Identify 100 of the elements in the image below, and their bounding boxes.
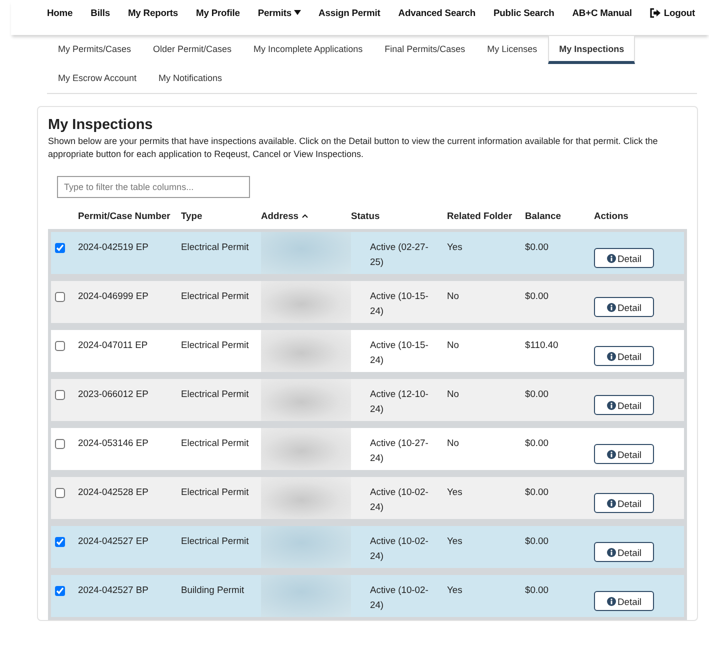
permit-status: Active (10-02-24) (370, 486, 428, 512)
row-checkbox[interactable] (55, 292, 65, 302)
filter-field[interactable]: Type to filter the table columns... (57, 176, 250, 198)
tab[interactable]: My Notifications (148, 64, 234, 93)
tab[interactable]: Final Permits/Cases (374, 35, 476, 64)
nav-link[interactable]: Bills (90, 7, 110, 18)
logout-link[interactable]: Logout (650, 7, 695, 18)
permit-status: Active (10-27-24) (370, 437, 428, 463)
panel-title: My Inspections (48, 117, 154, 133)
nav-link[interactable]: Permits (258, 7, 301, 18)
tab[interactable]: My Inspections (548, 35, 636, 64)
balance: $110.40 (525, 339, 558, 350)
row-checkbox[interactable] (55, 390, 65, 400)
detail-button[interactable]: Detail (594, 248, 654, 268)
permit-number: 2024-053146 EP (78, 437, 148, 448)
permit-number: 2024-047011 EP (78, 339, 148, 350)
logout-icon (650, 8, 661, 18)
nav-link[interactable]: My Profile (196, 7, 240, 18)
balance: $0.00 (525, 535, 548, 546)
nav-link[interactable]: Advanced Search (398, 7, 476, 18)
panel-description: Shown below are your permits that have inspections available. Click on the Detail button to view the current information available for that permit. Click the appropriate button for each application to Reqeust, Cancel or View Inspections. (48, 135, 659, 161)
permit-type: Electrical Permit (181, 388, 249, 399)
nav-link[interactable]: My Reports (128, 7, 178, 18)
info-icon (606, 254, 616, 262)
row-checkbox[interactable] (55, 537, 65, 547)
nav-link[interactable]: Public Search (494, 7, 554, 18)
nav-link[interactable]: Assign Permit (318, 7, 380, 18)
table-row[interactable]: 2024-042527 BP Building Permit Active (10-02-24) Yes $0.00 Detail (51, 575, 684, 617)
related-folder: Yes (447, 241, 462, 252)
row-checkbox[interactable] (55, 488, 65, 498)
detail-button[interactable]: Detail (594, 591, 654, 611)
row-checkbox[interactable] (55, 586, 65, 596)
table-row[interactable]: 2024-046999 EP Electrical Permit Active (10-15-24) No $0.00 Detail (51, 281, 684, 323)
nav-link[interactable]: AB+C Manual (572, 7, 632, 18)
related-folder: No (447, 388, 459, 399)
permit-type: Electrical Permit (181, 437, 249, 448)
detail-button[interactable]: Detail (594, 297, 654, 317)
balance: $0.00 (525, 486, 548, 497)
column-header[interactable]: Permit/Case Number (78, 210, 170, 221)
info-icon (606, 450, 616, 458)
detail-button[interactable]: Detail (594, 395, 654, 415)
balance: $0.00 (525, 437, 548, 448)
related-folder: Yes (447, 535, 462, 546)
table-row[interactable]: 2023-066012 EP Electrical Permit Active (12-10-24) No $0.00 Detail (51, 379, 684, 421)
tab[interactable]: My Licenses (476, 35, 548, 64)
related-folder: No (447, 290, 459, 301)
info-icon (606, 498, 616, 508)
permit-type: Electrical Permit (181, 339, 249, 350)
nav-link[interactable]: Home (47, 7, 73, 18)
permit-number: 2024-042527 BP (78, 584, 148, 595)
balance: $0.00 (525, 290, 548, 301)
permit-status: Active (12-10-24) (370, 388, 428, 414)
balance: $0.00 (525, 388, 548, 399)
sort-caret-icon (302, 214, 308, 218)
permit-type: Electrical Permit (181, 241, 249, 252)
info-icon (606, 302, 616, 312)
tab[interactable]: My Permits/Cases (47, 35, 142, 64)
column-header[interactable]: Address (261, 210, 308, 221)
column-header[interactable]: Status (351, 210, 380, 221)
info-icon (606, 548, 616, 556)
permit-status: Active (10-15-24) (370, 339, 428, 365)
detail-button[interactable]: Detail (594, 444, 654, 464)
row-checkbox[interactable] (55, 243, 65, 253)
permit-number: 2023-066012 EP (78, 388, 148, 399)
permit-type: Electrical Permit (181, 290, 249, 301)
permit-type: Electrical Permit (181, 486, 249, 497)
column-header[interactable]: Balance (525, 210, 561, 221)
permit-status: Active (10-02-24) (370, 584, 428, 610)
detail-button[interactable]: Detail (594, 493, 654, 513)
related-folder: Yes (447, 486, 462, 497)
caret-icon (294, 10, 301, 15)
permit-type: Electrical Permit (181, 535, 249, 546)
table-row[interactable]: 2024-042528 EP Electrical Permit Active (10-02-24) Yes $0.00 Detail (51, 477, 684, 519)
table-row[interactable]: 2024-047011 EP Electrical Permit Active (10-15-24) No $110.40 Detail (51, 330, 684, 372)
info-icon (606, 352, 616, 360)
permit-number: 2024-042519 EP (78, 241, 148, 252)
permit-number: 2024-042528 EP (78, 486, 148, 497)
column-header[interactable]: Actions (594, 210, 628, 221)
column-header[interactable]: Related Folder (447, 210, 512, 221)
tab[interactable]: My Escrow Account (47, 64, 148, 93)
info-icon (606, 596, 616, 606)
tab[interactable]: My Incomplete Applications (242, 35, 374, 64)
row-checkbox[interactable] (55, 341, 65, 351)
related-folder: No (447, 339, 459, 350)
table-row[interactable]: 2024-042527 EP Electrical Permit Active (10-02-24) Yes $0.00 Detail (51, 526, 684, 568)
row-checkbox[interactable] (55, 439, 65, 449)
balance: $0.00 (525, 241, 548, 252)
tab[interactable]: Older Permit/Cases (142, 35, 243, 64)
balance: $0.00 (525, 584, 548, 595)
detail-button[interactable]: Detail (594, 542, 654, 562)
column-header[interactable]: Type (181, 210, 202, 221)
related-folder: Yes (447, 584, 462, 595)
detail-button[interactable]: Detail (594, 346, 654, 366)
related-folder: No (447, 437, 459, 448)
table-row[interactable]: 2024-053146 EP Electrical Permit Active (10-27-24) No $0.00 Detail (51, 428, 684, 470)
permit-type: Building Permit (181, 584, 244, 595)
info-icon (606, 400, 616, 410)
permit-number: 2024-042527 EP (78, 535, 148, 546)
table-row[interactable]: 2024-042519 EP Electrical Permit Active (02-27-25) Yes $0.00 Detail (51, 232, 684, 274)
permit-status: Active (10-02-24) (370, 535, 428, 561)
